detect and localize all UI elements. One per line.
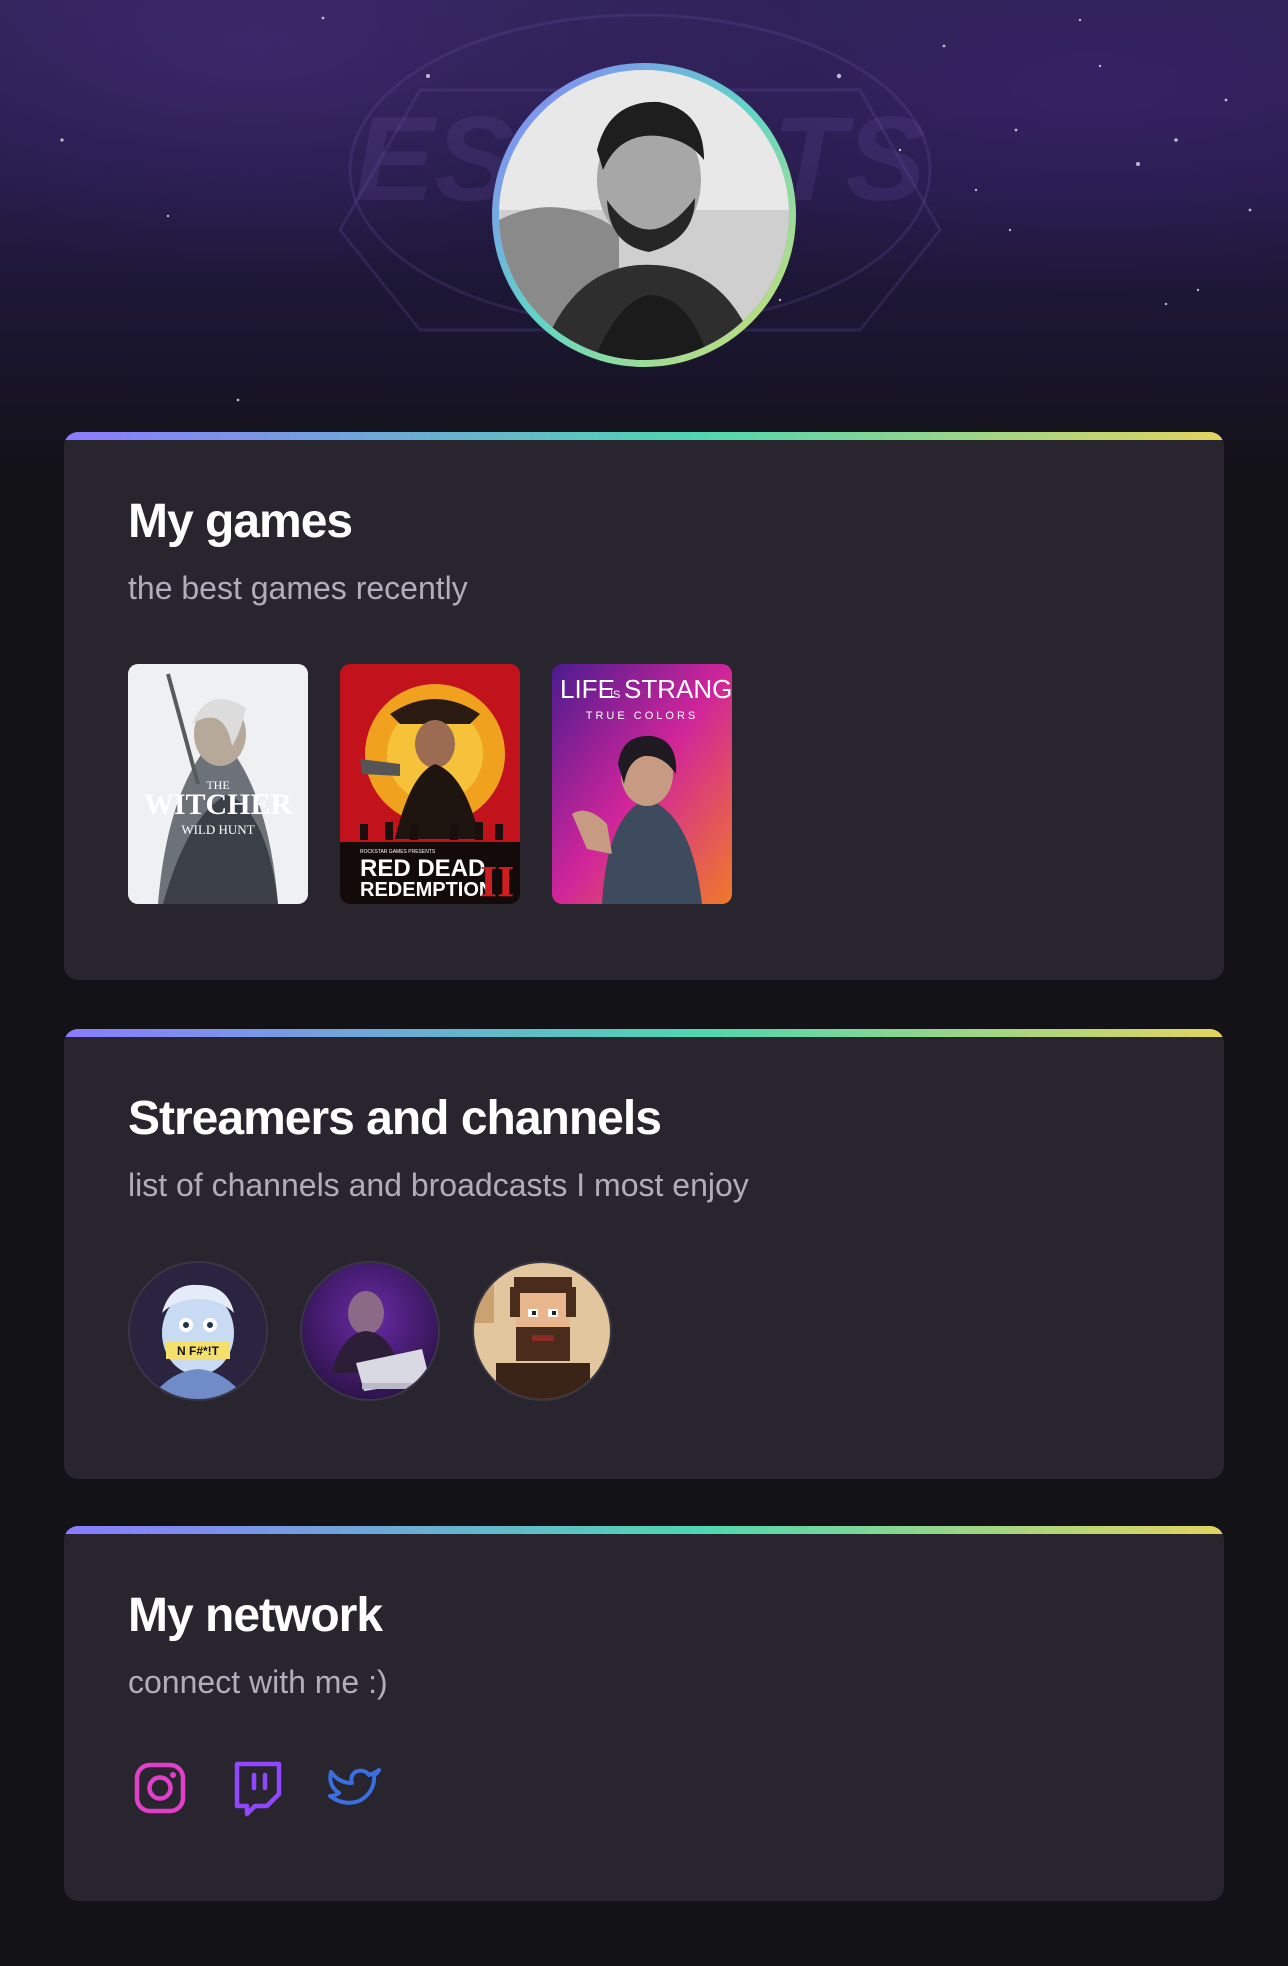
twitter-icon[interactable] <box>325 1758 385 1818</box>
lis-cover-line-2: IS <box>610 689 620 701</box>
lis-cover-art: LIFE IS STRANGE TRUE COLORS <box>552 664 732 904</box>
lis-cover-line-3: STRANGE <box>624 674 732 704</box>
lis-cover-line-1: LIFE <box>560 674 615 704</box>
streamer-2-image <box>302 1263 438 1399</box>
games-subtitle: the best games recently <box>128 570 468 606</box>
network-card: My network connect with me :) <box>64 1526 1224 1901</box>
rdr2-cover-line-4: II <box>480 857 514 904</box>
profile-header: ESPORTS <box>0 0 1288 470</box>
rdr2-cover-line-3: REDEMPTION <box>360 879 493 901</box>
lis-cover-line-4: TRUE COLORS <box>586 710 698 722</box>
instagram-icon[interactable] <box>130 1758 190 1818</box>
witcher-cover-art: THE WITCHER WILD HUNT <box>128 664 308 904</box>
streamers-card: Streamers and channels list of channels … <box>64 1029 1224 1479</box>
avatar-portrait <box>499 70 789 360</box>
rdr2-cover-line-2: RED DEAD <box>360 855 485 882</box>
game-cover-rdr2[interactable]: ROCKSTAR GAMES PRESENTS RED DEAD REDEMPT… <box>340 664 520 904</box>
streamer-avatar-1[interactable]: N F#*!T <box>128 1261 268 1401</box>
streamer-avatar-2[interactable] <box>300 1261 440 1401</box>
streamers-subtitle: list of channels and broadcasts I most e… <box>128 1167 749 1203</box>
witcher-cover-line-2: WITCHER <box>144 788 293 821</box>
games-title: My games <box>128 495 353 548</box>
network-title: My network <box>128 1589 383 1642</box>
games-card: My games the best games recently THE WIT… <box>64 432 1224 980</box>
streamers-title: Streamers and channels <box>128 1092 662 1145</box>
twitch-icon[interactable] <box>227 1758 287 1818</box>
rdr2-cover-art: ROCKSTAR GAMES PRESENTS RED DEAD REDEMPT… <box>340 664 520 904</box>
streamer-3-image <box>474 1263 610 1399</box>
game-cover-lis[interactable]: LIFE IS STRANGE TRUE COLORS <box>552 664 732 904</box>
witcher-cover-line-3: WILD HUNT <box>181 822 254 837</box>
network-subtitle: connect with me :) <box>128 1664 388 1700</box>
streamer-avatar-3[interactable] <box>472 1261 612 1401</box>
streamer-1-image: N F#*!T <box>130 1263 266 1399</box>
avatar-ring <box>492 63 796 367</box>
game-cover-witcher[interactable]: THE WITCHER WILD HUNT <box>128 664 308 904</box>
avatar[interactable] <box>499 70 789 360</box>
streamer-1-badge: N F#*!T <box>177 1344 220 1358</box>
